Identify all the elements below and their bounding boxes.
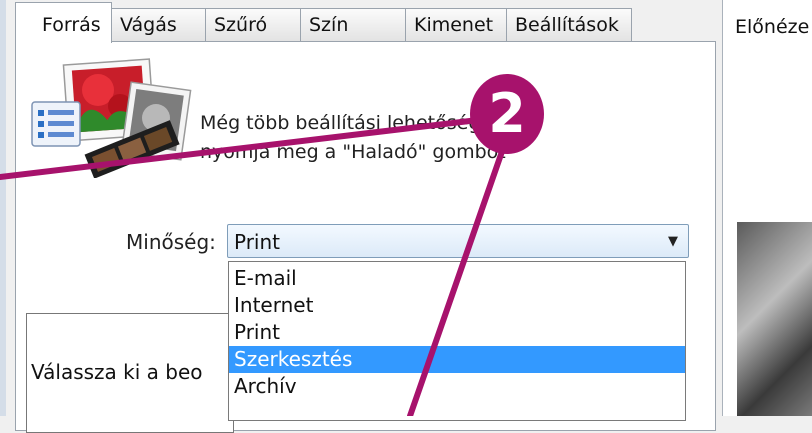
callout-lines xyxy=(0,117,509,416)
callout-number: 2 xyxy=(488,82,526,145)
callout-badge: 2 xyxy=(470,74,544,154)
